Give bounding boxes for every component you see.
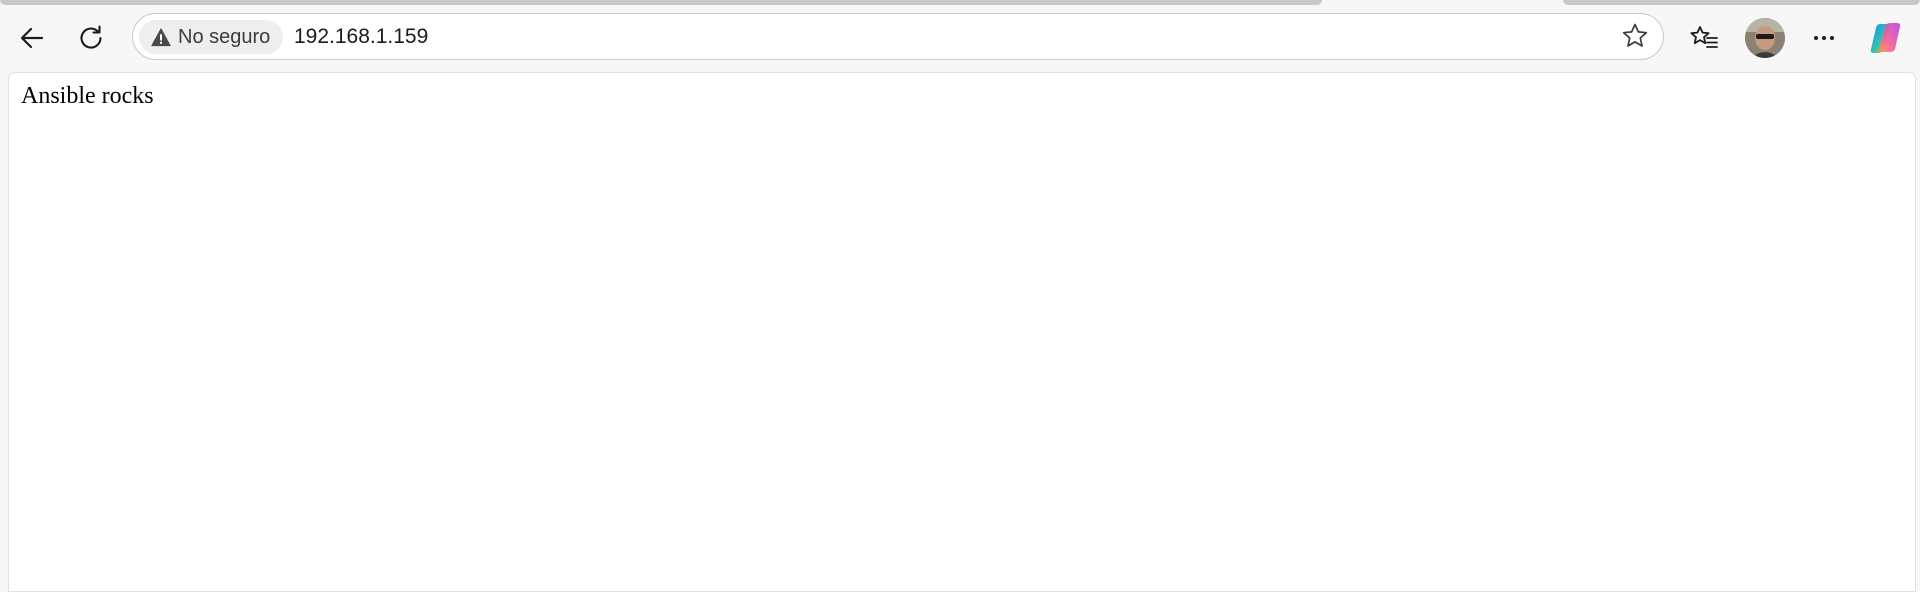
inactive-tab-edge[interactable] bbox=[0, 0, 1322, 5]
star-icon bbox=[1622, 23, 1648, 47]
inactive-tab-edge-right[interactable] bbox=[1563, 0, 1920, 5]
back-arrow-icon bbox=[20, 27, 44, 49]
back-button[interactable] bbox=[12, 18, 52, 58]
warning-triangle-icon bbox=[151, 27, 171, 46]
page-body-text: Ansible rocks bbox=[21, 83, 154, 109]
favorites-button[interactable] bbox=[1684, 18, 1724, 58]
copilot-button[interactable] bbox=[1866, 18, 1906, 58]
profile-photo-icon bbox=[1745, 18, 1785, 58]
address-bar[interactable]: No seguro 192.168.1.159 bbox=[132, 13, 1664, 60]
page-content: Ansible rocks bbox=[8, 72, 1916, 592]
more-options-icon bbox=[1814, 36, 1834, 40]
security-indicator[interactable]: No seguro bbox=[139, 20, 284, 54]
avatar[interactable] bbox=[1745, 18, 1785, 58]
security-label: No seguro bbox=[178, 25, 271, 48]
tab-strip bbox=[0, 0, 1920, 10]
add-favorite-button[interactable] bbox=[1617, 18, 1653, 54]
browser-toolbar: No seguro 192.168.1.159 bbox=[0, 10, 1920, 72]
more-options-button[interactable] bbox=[1804, 18, 1844, 58]
copilot-icon bbox=[1870, 23, 1901, 53]
url-text[interactable]: 192.168.1.159 bbox=[294, 14, 428, 59]
favorites-list-icon bbox=[1690, 26, 1718, 48]
reload-button[interactable] bbox=[71, 18, 111, 58]
reload-icon bbox=[80, 25, 102, 49]
